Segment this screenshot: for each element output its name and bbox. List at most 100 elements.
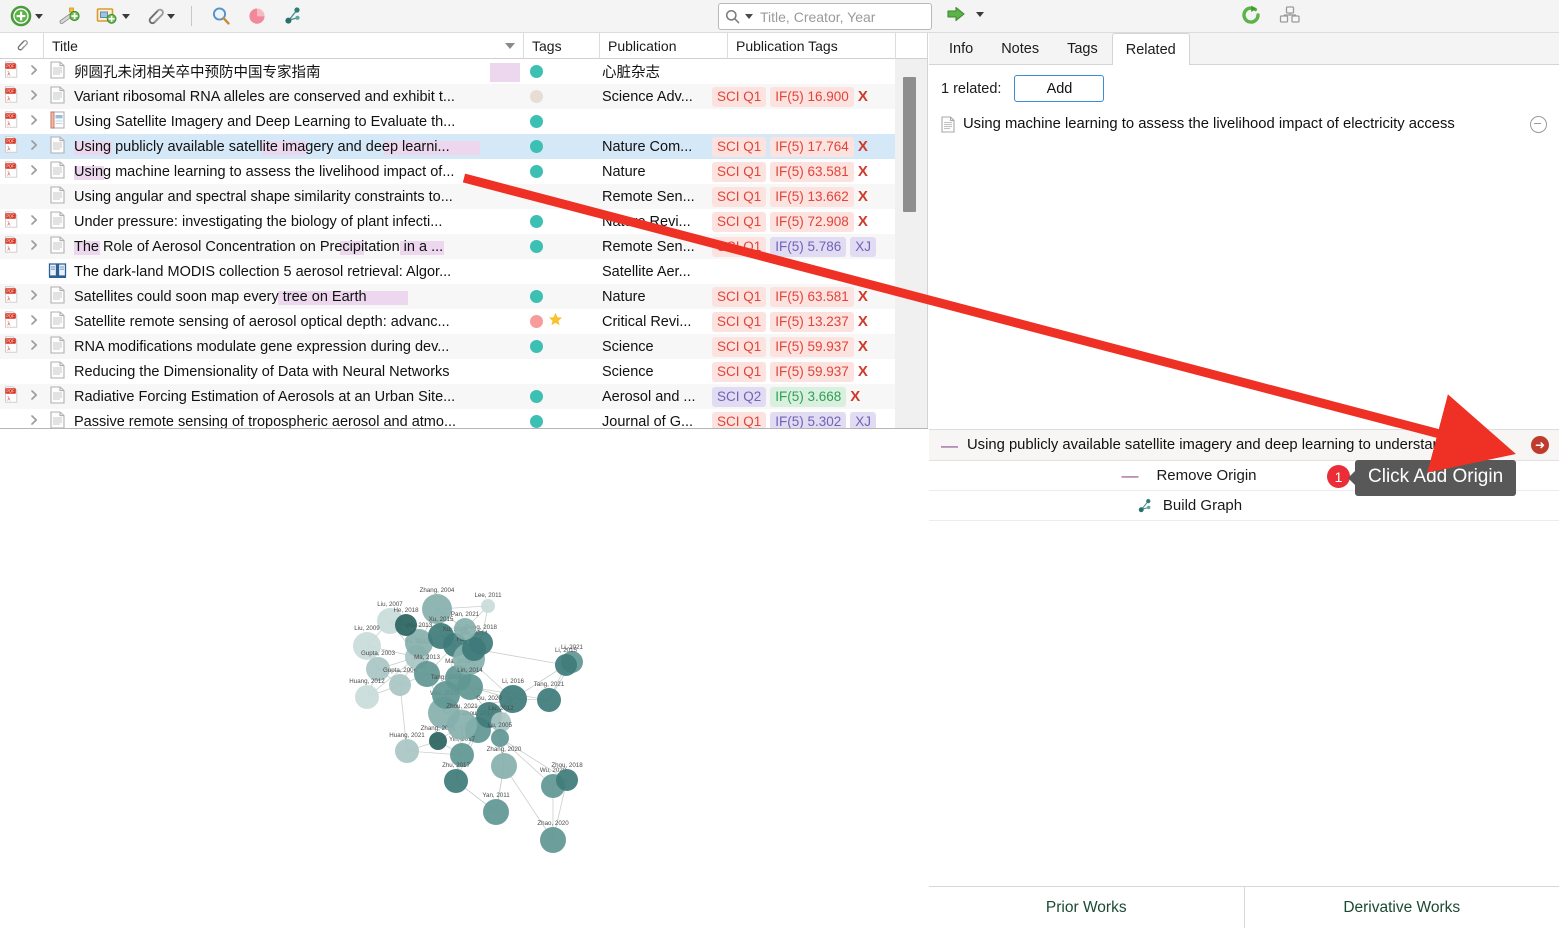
search-input[interactable]: Title, Creator, Year	[718, 3, 932, 30]
origin-row[interactable]: — Using publicly available satellite ima…	[929, 429, 1559, 461]
arrow-right-circle-icon[interactable]: ➜	[1531, 436, 1549, 454]
graph-node[interactable]	[395, 614, 417, 636]
graph-node[interactable]	[555, 654, 577, 676]
row-expand-twisty[interactable]	[22, 139, 46, 154]
row-title-cell[interactable]: Reducing the Dimensionality of Data with…	[68, 364, 520, 380]
row-expand-twisty[interactable]	[22, 64, 46, 79]
table-row[interactable]: PDF λ Using Satellite Imagery and Deep Lea…	[0, 109, 927, 134]
tab-tags[interactable]: Tags	[1053, 33, 1112, 64]
add-attachment-button[interactable]	[140, 3, 179, 29]
graph-node[interactable]	[491, 753, 517, 779]
row-expand-twisty[interactable]	[22, 114, 46, 129]
column-header-title[interactable]: Title	[44, 33, 524, 59]
column-header-publication-tags[interactable]: Publication Tags	[728, 33, 896, 59]
items-vertical-scrollbar[interactable]	[895, 59, 927, 428]
table-row[interactable]: PDF λ Under pressure: investigating the bi…	[0, 209, 927, 234]
green-arrow-right-icon[interactable]	[946, 5, 966, 23]
add-related-button[interactable]: Add	[1014, 75, 1105, 102]
column-header-attachment[interactable]	[0, 33, 44, 59]
graph-node[interactable]	[537, 688, 561, 712]
table-row[interactable]: PDF λ RNA modifications modulate gene expr…	[0, 334, 927, 359]
document-icon	[49, 160, 65, 183]
remove-origin-row[interactable]: — Remove Origin 1 Click Add Origin	[929, 460, 1559, 496]
items-table-body[interactable]: PDF λ 卵圆孔未闭相关卒中预防中国专家指南 心脏杂志 PDF λ Variant rib…	[0, 59, 927, 428]
row-expand-twisty[interactable]	[22, 214, 46, 229]
table-row[interactable]: PDF λ Radiative Forcing Estimation of Aero…	[0, 384, 927, 409]
table-row[interactable]: PDF λ Variant ribosomal RNA alleles are co…	[0, 84, 927, 109]
search-mode-chevron-icon[interactable]	[745, 14, 753, 19]
table-row[interactable]: Passive remote sensing of tropospheric a…	[0, 409, 927, 428]
row-title-cell[interactable]: Using machine learning to assess the liv…	[68, 164, 520, 180]
row-title-cell[interactable]: Radiative Forcing Estimation of Aerosols…	[68, 389, 520, 405]
graph-node[interactable]	[556, 769, 578, 791]
sync-refresh-icon[interactable]	[1240, 4, 1262, 26]
graph-node[interactable]	[483, 799, 509, 825]
group-library-icon[interactable]	[1278, 4, 1302, 26]
table-row[interactable]: PDF λ Satellite remote sensing of aerosol …	[0, 309, 927, 334]
chevron-down-icon	[122, 13, 130, 19]
scrollbar-thumb[interactable]	[903, 77, 916, 212]
graph-node[interactable]	[389, 674, 411, 696]
related-list-item[interactable]: Using machine learning to assess the liv…	[941, 112, 1547, 136]
row-expand-twisty[interactable]	[22, 289, 46, 304]
row-title-cell[interactable]: Using Satellite Imagery and Deep Learnin…	[68, 114, 520, 130]
graph-node[interactable]	[444, 769, 468, 793]
minus-circle-icon[interactable]	[1530, 115, 1547, 133]
tab-info[interactable]: Info	[935, 33, 987, 64]
graph-node[interactable]	[395, 739, 419, 763]
row-title-cell[interactable]: Passive remote sensing of tropospheric a…	[68, 414, 520, 429]
row-expand-twisty[interactable]	[22, 164, 46, 179]
row-title-cell[interactable]: Using angular and spectral shape similar…	[68, 189, 520, 205]
row-expand-twisty[interactable]	[22, 389, 46, 404]
row-title-cell[interactable]: Satellites could soon map every tree on …	[68, 289, 520, 305]
row-title-cell[interactable]: Satellite remote sensing of aerosol opti…	[68, 314, 520, 330]
tab-related[interactable]: Related	[1111, 33, 1190, 65]
tag-selector-button[interactable]	[242, 3, 272, 29]
add-by-identifier-button[interactable]	[53, 3, 85, 29]
row-title-cell[interactable]: RNA modifications modulate gene expressi…	[68, 339, 520, 355]
graph-node[interactable]	[355, 685, 379, 709]
column-header-tags[interactable]: Tags	[524, 33, 600, 59]
graph-node[interactable]	[491, 729, 509, 747]
new-standalone-attachment-button[interactable]	[91, 3, 134, 29]
row-expand-twisty[interactable]	[22, 414, 46, 428]
row-expand-twisty[interactable]	[22, 239, 46, 254]
row-title-cell[interactable]: The Role of Aerosol Concentration on Pre…	[68, 239, 520, 255]
row-expand-twisty[interactable]	[22, 339, 46, 354]
row-title-cell[interactable]: The dark-land MODIS collection 5 aerosol…	[68, 264, 520, 280]
tab-derivative-works[interactable]: Derivative Works	[1243, 887, 1559, 928]
graph-node[interactable]	[429, 732, 447, 750]
build-graph-row[interactable]: Build Graph	[929, 491, 1559, 521]
publication-tag: IF(5) 59.937	[770, 361, 854, 382]
graph-node[interactable]	[447, 710, 477, 740]
tab-notes[interactable]: Notes	[987, 33, 1053, 64]
table-row[interactable]: PDF λ Satellites could soon map every tree…	[0, 284, 927, 309]
table-row[interactable]: Reducing the Dimensionality of Data with…	[0, 359, 927, 384]
paperclip-icon	[144, 5, 164, 27]
graph-node[interactable]	[454, 618, 476, 640]
chevron-down-icon[interactable]	[976, 11, 984, 17]
table-row[interactable]: PDF λ Using machine learning to assess the…	[0, 159, 927, 184]
graph-view-button[interactable]	[278, 3, 308, 29]
row-expand-twisty[interactable]	[22, 89, 46, 104]
column-header-publication[interactable]: Publication	[600, 33, 728, 59]
table-row[interactable]: PDF λ The Role of Aerosol Concentration on…	[0, 234, 927, 259]
minus-icon[interactable]: —	[941, 437, 958, 454]
row-expand-twisty[interactable]	[22, 314, 46, 329]
row-attachment-cell: PDF λ	[0, 161, 22, 182]
graph-node[interactable]	[540, 827, 566, 853]
row-title-cell[interactable]: Variant ribosomal RNA alleles are conser…	[68, 89, 520, 105]
tab-prior-works[interactable]: Prior Works	[929, 887, 1244, 928]
tag-color-dot	[530, 65, 543, 78]
new-item-button[interactable]	[6, 3, 47, 29]
table-row[interactable]: PDF λ Using publicly available satellite i…	[0, 134, 927, 159]
row-title-cell[interactable]: Under pressure: investigating the biolog…	[68, 214, 520, 230]
table-row[interactable]: Using angular and spectral shape similar…	[0, 184, 927, 209]
table-row[interactable]: The dark-land MODIS collection 5 aerosol…	[0, 259, 927, 284]
table-row[interactable]: PDF λ 卵圆孔未闭相关卒中预防中国专家指南 心脏杂志	[0, 59, 927, 84]
citation-graph-pane[interactable]: Lee, 2011 Liu, 2007 Liu, 2009 Gupta, 2003 Hu…	[0, 428, 928, 928]
row-title-cell[interactable]: Using publicly available satellite image…	[68, 139, 520, 155]
graph-node[interactable]	[481, 599, 495, 613]
advanced-search-button[interactable]	[206, 3, 236, 29]
row-title-cell[interactable]: 卵圆孔未闭相关卒中预防中国专家指南	[68, 61, 520, 82]
